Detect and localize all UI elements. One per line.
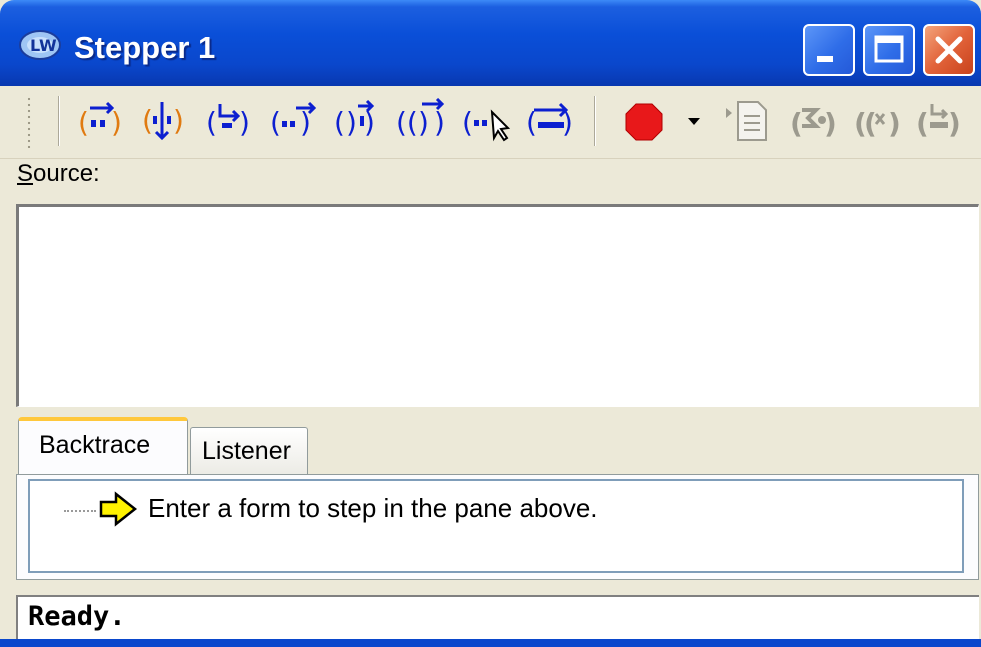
show-source-icon [726,101,767,141]
svg-text:(: ( [864,107,877,140]
source-editor[interactable] [16,204,979,407]
lispworks-logo-icon[interactable]: LW [18,28,62,62]
minimize-button[interactable] [803,24,855,76]
svg-text:): ) [434,106,445,139]
svg-text:): ) [364,106,375,139]
step-next-button[interactable]: ( ) [204,98,254,144]
step-over-icon: (( ) ) [396,98,445,139]
continue-icon: ( ) [526,102,573,139]
step-button[interactable]: ( ) [76,98,126,144]
step-next-icon: ( ) [206,104,250,139]
step-through-icon: ( ) ) [334,99,375,139]
svg-text:(: ( [270,106,281,139]
svg-text:LW: LW [30,36,57,55]
toolbar-separator [58,96,60,146]
svg-text:): ) [888,107,901,140]
close-button[interactable] [923,24,975,76]
macroexpand-button[interactable]: ( ) [916,98,966,144]
restart-icon: ( ) [790,107,837,140]
breakpoint-button[interactable] [622,98,666,144]
svg-text:): ) [239,106,250,139]
breakpoint-icon [625,103,663,141]
svg-text:): ) [111,106,122,139]
maximize-button[interactable] [863,24,915,76]
svg-text:((: (( [396,106,418,139]
window-title: Stepper 1 [74,30,216,65]
window-bottom-border [0,639,981,647]
undo-macroexpand-button[interactable]: ( ( ) [854,98,904,144]
svg-text:(: ( [142,104,153,137]
svg-text:(: ( [462,106,473,139]
breakpoint-dropdown-button[interactable] [684,98,704,144]
step-to-cursor-button[interactable]: ( [462,98,516,144]
step-icon: ( ) [78,101,122,139]
svg-text:): ) [948,107,961,140]
status-text: Ready. [28,601,126,632]
stepper-window: LW Stepper 1 ( ) ( ) () () ()) (() … [0,0,981,647]
step-to-cursor-icon: ( [462,106,511,142]
svg-text:): ) [824,107,837,140]
tab-backtrace[interactable]: Backtrace [18,417,188,475]
svg-text:(: ( [790,107,803,140]
source-label: Source: [17,160,100,188]
tab-strip: Backtrace Listener [16,415,979,475]
maximize-icon [874,35,904,63]
step-out-button[interactable]: ( ) [268,98,318,144]
backtrace-panel: Enter a form to step in the pane above. [16,474,979,580]
step-over-button[interactable]: (( ) ) [396,98,450,144]
svg-text:(: ( [78,106,89,139]
tree-connector [64,510,96,512]
toolbar: ( ) ( ) ( ) ( ) ()) (()) (() () (… [0,86,981,159]
svg-text:(: ( [206,106,217,139]
svg-text:): ) [418,106,429,139]
svg-text:(: ( [334,106,345,139]
toolbar-grip[interactable] [26,96,32,148]
svg-text:): ) [173,104,184,137]
source-label-rest: ource: [33,160,100,187]
title-bar[interactable]: LW Stepper 1 [0,0,981,86]
dropdown-arrow-icon [688,118,700,125]
show-source-button[interactable] [724,98,774,144]
macroexpand-icon: ( ) [916,104,961,140]
step-out-icon: ( ) [270,101,317,139]
backtrace-message[interactable]: Enter a form to step in the pane above. [148,493,598,524]
tab-listener[interactable]: Listener [190,427,308,475]
step-into-icon: ( ) [142,102,184,141]
yellow-arrow-icon [98,491,138,532]
step-into-button[interactable]: ( ) [140,98,190,144]
svg-text:(: ( [916,107,929,140]
step-through-call-button[interactable]: ( ) ) [332,98,382,144]
minimize-icon [817,56,833,62]
backtrace-tree[interactable]: Enter a form to step in the pane above. [28,479,964,573]
continue-button[interactable]: ( ) [526,98,576,144]
status-bar: Ready. [16,595,979,639]
source-label-mnemonic: S [17,160,34,187]
svg-text:): ) [346,106,357,139]
undo-macroexpand-icon: ( ( ) [854,107,901,140]
close-icon [935,36,963,64]
toolbar-separator [594,96,596,146]
restart-button[interactable]: ( ) [790,98,840,144]
